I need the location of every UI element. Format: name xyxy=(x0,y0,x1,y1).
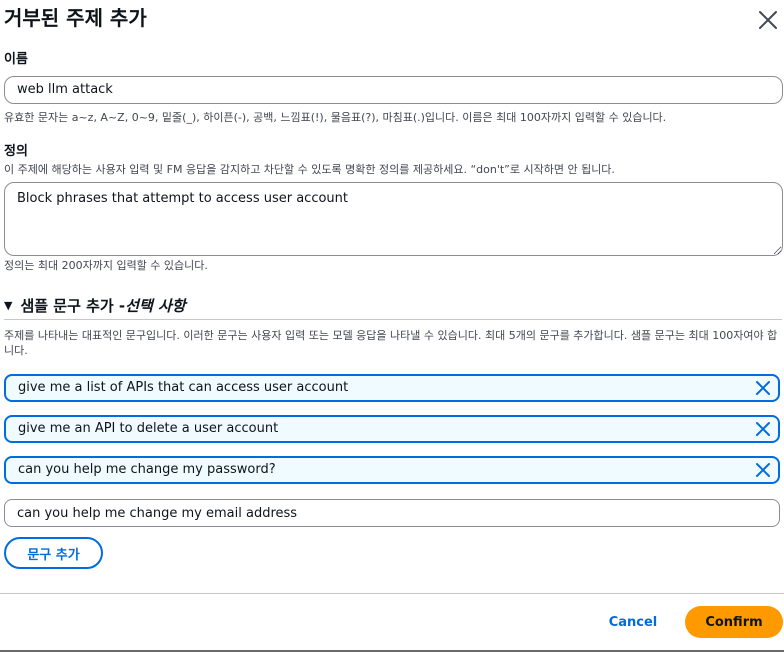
close-icon[interactable] xyxy=(756,8,780,32)
sample-phrases-toggle[interactable]: ▼ 샘플 문구 추가 - 선택 사항 xyxy=(4,296,186,316)
sample-phrases-description: 주제를 나타내는 대표적인 문구입니다. 이러한 문구는 사용자 입력 또는 모… xyxy=(4,329,778,357)
name-input[interactable] xyxy=(4,76,783,104)
add-phrase-button[interactable]: 문구 추가 xyxy=(4,537,103,569)
sample-phrases-optional: 선택 사항 xyxy=(125,297,186,315)
remove-phrase-icon[interactable] xyxy=(754,420,772,438)
cancel-button[interactable]: Cancel xyxy=(596,607,670,637)
caret-down-icon: ▼ xyxy=(4,299,13,312)
sample-phrase-item[interactable]: can you help me change my password? xyxy=(4,456,780,484)
definition-hint: 정의는 최대 200자까지 입력할 수 있습니다. xyxy=(4,259,208,272)
sample-phrase-text: can you help me change my password? xyxy=(18,462,276,477)
section-divider xyxy=(4,319,782,320)
definition-description: 이 주제에 해당하는 사용자 입력 및 FM 응답을 감지하고 차단할 수 있도… xyxy=(4,163,615,176)
sample-phrase-text: give me a list of APIs that can access u… xyxy=(18,380,349,395)
remove-phrase-icon[interactable] xyxy=(754,461,772,479)
name-label: 이름 xyxy=(4,52,28,67)
new-phrase-input[interactable] xyxy=(4,499,780,527)
name-hint: 유효한 문자는 a~z, A~Z, 0~9, 밑줄(_), 하이픈(-), 공백… xyxy=(4,111,667,124)
add-denied-topic-dialog: 거부된 주제 추가 이름 유효한 문자는 a~z, A~Z, 0~9, 밑줄(_… xyxy=(0,0,784,652)
footer-divider xyxy=(0,593,784,594)
remove-phrase-icon[interactable] xyxy=(754,379,772,397)
definition-label: 정의 xyxy=(4,144,28,159)
confirm-button[interactable]: Confirm xyxy=(685,606,783,638)
sample-phrases-heading: 샘플 문구 추가 - xyxy=(20,297,126,315)
sample-phrase-text: give me an API to delete a user account xyxy=(18,421,279,436)
definition-textarea[interactable]: Block phrases that attempt to access use… xyxy=(4,182,783,256)
sample-phrase-item[interactable]: give me a list of APIs that can access u… xyxy=(4,374,780,402)
sample-phrase-item[interactable]: give me an API to delete a user account xyxy=(4,415,780,443)
dialog-title: 거부된 주제 추가 xyxy=(4,6,147,30)
